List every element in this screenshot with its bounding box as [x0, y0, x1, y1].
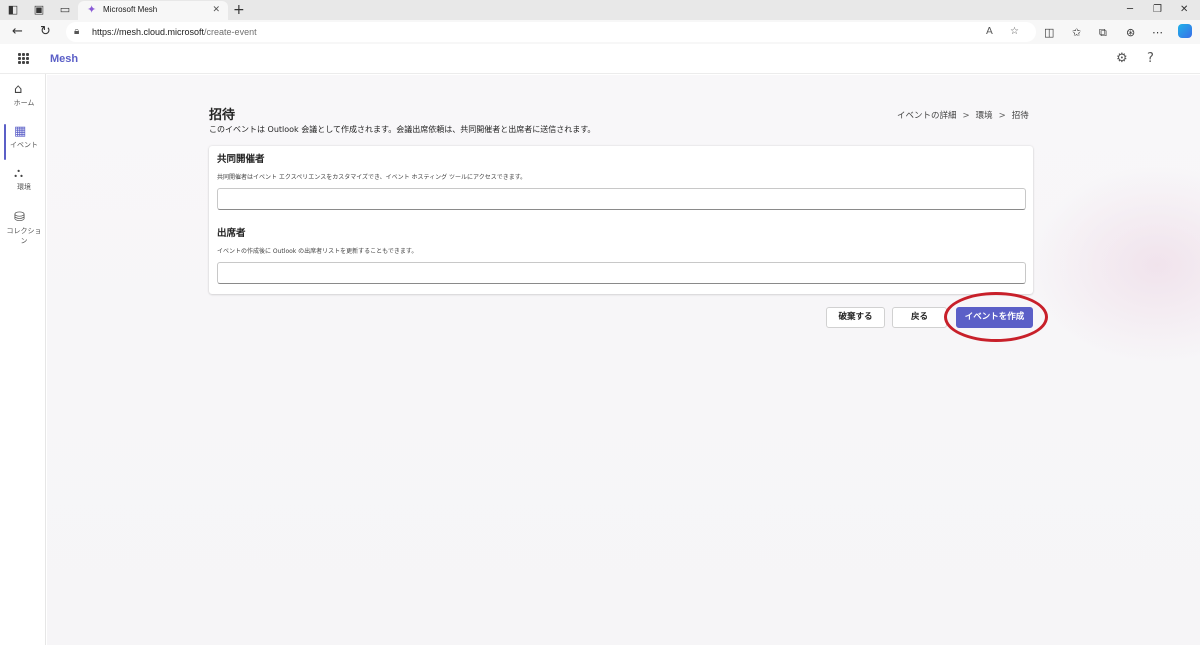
collections-icon: ⛁ — [14, 210, 25, 225]
main-content: 招待 このイベントは Outlook 会議として作成されます。会議出席依頼は、共… — [47, 75, 1200, 645]
attendees-description: イベントの作成後に Outlook の出席者リストを更新することもできます。 — [217, 248, 418, 255]
close-tab-icon[interactable]: ✕ — [212, 4, 220, 16]
lock-icon[interactable]: 🔒︎ — [74, 25, 79, 39]
workspaces-icon[interactable]: ▣ — [32, 3, 46, 17]
highlight-annotation-circle — [944, 292, 1048, 342]
discard-button[interactable]: 破棄する — [826, 307, 885, 328]
rail-item-label: 環境 — [17, 183, 31, 191]
chevron-right-icon: > — [962, 111, 970, 121]
app-header: Mesh ⚙ ? — [0, 44, 1200, 74]
calendar-icon: ▦ — [14, 124, 27, 139]
url-host: https://mesh.cloud.microsoft — [92, 27, 205, 37]
close-window-icon[interactable]: ✕ — [1180, 3, 1188, 17]
profile-icon[interactable]: ◧ — [6, 3, 20, 17]
coorganizers-input[interactable] — [217, 188, 1026, 210]
url-text: https://mesh.cloud.microsoft/create-even… — [92, 26, 257, 38]
background-glow — [1027, 165, 1200, 365]
address-bar[interactable]: 🔒︎ https://mesh.cloud.microsoft/create-e… — [66, 22, 1036, 42]
breadcrumb-item-environment[interactable]: 環境 — [976, 111, 993, 121]
rail-item-home[interactable]: ⌂ ホーム — [0, 78, 46, 122]
page-subtitle: このイベントは Outlook 会議として作成されます。会議出席依頼は、共同開催… — [209, 125, 596, 134]
refresh-icon[interactable]: ↻ — [40, 24, 51, 40]
rail-item-collections[interactable]: ⛁ コレクション — [0, 206, 46, 250]
breadcrumb-item-invite: 招待 — [1011, 111, 1029, 121]
chevron-right-icon: > — [998, 111, 1006, 121]
copilot-icon[interactable] — [1178, 24, 1192, 38]
breadcrumb-item-details[interactable]: イベントの詳細 — [897, 111, 957, 121]
attendees-input[interactable] — [217, 262, 1026, 284]
left-nav-rail: ⌂ ホーム ▦ イベント ⛬ 環境 ⛁ コレクション — [0, 74, 46, 645]
maximize-icon[interactable]: ❐ — [1153, 3, 1162, 17]
rail-item-label: イベント — [10, 141, 38, 149]
url-path: /create-event — [204, 27, 257, 37]
tab-title: Microsoft Mesh — [103, 5, 158, 14]
rail-item-environments[interactable]: ⛬ 環境 — [0, 162, 46, 206]
favorites-icon[interactable]: ✩ — [1072, 26, 1081, 40]
favorite-star-icon[interactable]: ☆ — [1010, 25, 1019, 39]
collections-browser-icon[interactable]: ⧉ — [1099, 26, 1107, 40]
browser-tab-bar: ◧ ▣ ▭ ✦ Microsoft Mesh ✕ + ─ ❐ ✕ — [0, 0, 1200, 20]
app-launcher-icon[interactable] — [18, 53, 29, 64]
rail-item-label: コレクション — [6, 227, 42, 245]
mesh-favicon-icon: ✦ — [87, 3, 97, 16]
back-arrow-icon[interactable]: ← — [12, 24, 23, 40]
settings-gear-icon[interactable]: ⚙ — [1116, 51, 1128, 67]
coorganizers-description: 共同開催者はイベント エクスペリエンスをカスタマイズでき、イベント ホスティング… — [217, 174, 527, 181]
home-icon: ⌂ — [14, 82, 23, 97]
split-screen-icon[interactable]: ◫ — [1044, 26, 1054, 40]
tab-actions-icon[interactable]: ▭ — [58, 3, 72, 17]
help-icon[interactable]: ? — [1147, 51, 1154, 67]
rail-item-events[interactable]: ▦ イベント — [0, 120, 46, 164]
more-menu-icon[interactable]: ⋯ — [1152, 26, 1163, 40]
minimize-icon[interactable]: ─ — [1127, 3, 1133, 17]
app-name[interactable]: Mesh — [50, 52, 78, 66]
rail-item-label: ホーム — [13, 99, 35, 107]
browser-toolbar: ← ↻ 🔒︎ https://mesh.cloud.microsoft/crea… — [0, 20, 1200, 44]
attendees-title: 出席者 — [217, 228, 246, 239]
read-aloud-icon[interactable]: A — [986, 25, 993, 39]
environments-icon: ⛬ — [14, 166, 24, 181]
coorganizers-title: 共同開催者 — [217, 154, 265, 165]
browser-tab[interactable]: ✦ Microsoft Mesh ✕ — [78, 1, 228, 20]
page-title: 招待 — [209, 108, 236, 123]
new-tab-button[interactable]: + — [233, 1, 245, 19]
invite-form-card: 共同開催者 共同開催者はイベント エクスペリエンスをカスタマイズでき、イベント … — [209, 146, 1033, 294]
extension-icon[interactable]: ⊛ — [1126, 26, 1135, 40]
back-button[interactable]: 戻る — [892, 307, 947, 328]
breadcrumb: イベントの詳細 > 環境 > 招待 — [897, 111, 1029, 122]
